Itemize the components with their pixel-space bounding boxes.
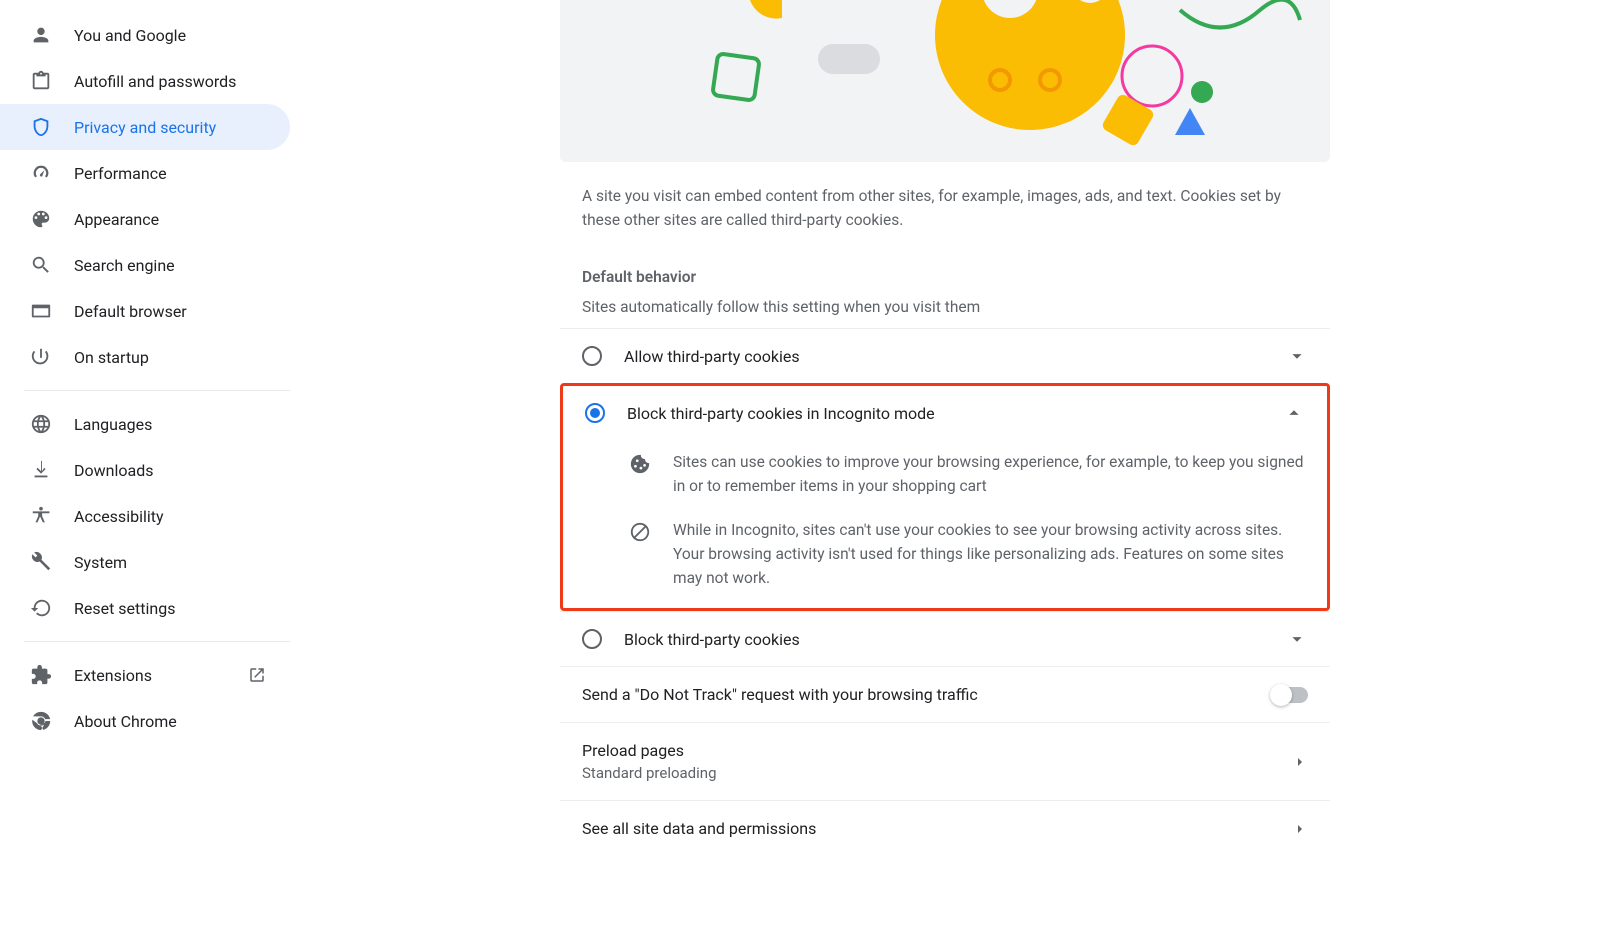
search-icon bbox=[30, 254, 52, 276]
sidebar-item-label: On startup bbox=[74, 348, 149, 367]
chevron-up-icon[interactable] bbox=[1283, 402, 1305, 424]
setting-do-not-track[interactable]: Send a "Do Not Track" request with your … bbox=[560, 666, 1330, 722]
sidebar-item-you-and-google[interactable]: You and Google bbox=[0, 12, 290, 58]
toggle-off[interactable] bbox=[1272, 687, 1308, 703]
radio-checked-icon[interactable] bbox=[585, 403, 605, 423]
sidebar-item-default-browser[interactable]: Default browser bbox=[0, 288, 290, 334]
accessibility-icon bbox=[30, 505, 52, 527]
cookie-icon bbox=[629, 453, 651, 475]
sidebar-item-label: System bbox=[74, 553, 127, 572]
globe-icon bbox=[30, 413, 52, 435]
default-behavior-subtitle: Sites automatically follow this setting … bbox=[560, 286, 1330, 328]
default-behavior-title: Default behavior bbox=[560, 232, 1330, 286]
setting-see-all-site-data[interactable]: See all site data and permissions bbox=[560, 800, 1330, 856]
chevron-down-icon[interactable] bbox=[1286, 345, 1308, 367]
sidebar-item-system[interactable]: System bbox=[0, 539, 290, 585]
sidebar-item-appearance[interactable]: Appearance bbox=[0, 196, 290, 242]
detail-row: Sites can use cookies to improve your br… bbox=[563, 440, 1327, 508]
chrome-icon bbox=[30, 710, 52, 732]
settings-main: A site you visit can embed content from … bbox=[290, 0, 1600, 934]
sidebar-item-languages[interactable]: Languages bbox=[0, 401, 290, 447]
setting-preload-pages[interactable]: Preload pages Standard preloading bbox=[560, 722, 1330, 800]
shield-icon bbox=[30, 116, 52, 138]
option-label: Allow third-party cookies bbox=[624, 347, 1286, 366]
speedometer-icon bbox=[30, 162, 52, 184]
detail-row: While in Incognito, sites can't use your… bbox=[563, 508, 1327, 608]
open-in-new-icon bbox=[248, 666, 266, 684]
sidebar-item-performance[interactable]: Performance bbox=[0, 150, 290, 196]
sidebar-item-about-chrome[interactable]: About Chrome bbox=[0, 698, 290, 744]
highlighted-option-box: Block third-party cookies in Incognito m… bbox=[560, 383, 1330, 611]
radio-unchecked-icon[interactable] bbox=[582, 346, 602, 366]
setting-label: Send a "Do Not Track" request with your … bbox=[582, 685, 1272, 704]
sidebar-item-search-engine[interactable]: Search engine bbox=[0, 242, 290, 288]
sidebar-item-label: Extensions bbox=[74, 666, 152, 685]
chevron-right-icon bbox=[1292, 754, 1308, 770]
palette-icon bbox=[30, 208, 52, 230]
radio-unchecked-icon[interactable] bbox=[582, 629, 602, 649]
reset-icon bbox=[30, 597, 52, 619]
sidebar-item-label: Accessibility bbox=[74, 507, 164, 526]
sidebar-divider bbox=[24, 390, 290, 391]
option-block-third-party[interactable]: Block third-party cookies bbox=[560, 611, 1330, 666]
sidebar-item-label: Search engine bbox=[74, 256, 175, 275]
sidebar-item-label: Languages bbox=[74, 415, 152, 434]
detail-text: While in Incognito, sites can't use your… bbox=[673, 518, 1305, 590]
setting-label: Preload pages bbox=[582, 741, 1292, 760]
sidebar-item-label: Privacy and security bbox=[74, 118, 216, 137]
chevron-right-icon bbox=[1292, 821, 1308, 837]
clipboard-icon bbox=[30, 70, 52, 92]
sidebar-item-on-startup[interactable]: On startup bbox=[0, 334, 290, 380]
intro-text: A site you visit can embed content from … bbox=[560, 162, 1330, 232]
sidebar-item-autofill[interactable]: Autofill and passwords bbox=[0, 58, 290, 104]
block-icon bbox=[629, 521, 651, 543]
settings-sidebar: You and Google Autofill and passwords Pr… bbox=[0, 0, 290, 934]
sidebar-item-accessibility[interactable]: Accessibility bbox=[0, 493, 290, 539]
power-icon bbox=[30, 346, 52, 368]
sidebar-item-downloads[interactable]: Downloads bbox=[0, 447, 290, 493]
person-icon bbox=[30, 24, 52, 46]
sidebar-divider bbox=[24, 641, 290, 642]
browser-icon bbox=[30, 300, 52, 322]
hero-illustration bbox=[560, 0, 1330, 162]
option-label: Block third-party cookies in Incognito m… bbox=[627, 404, 1283, 423]
sidebar-item-label: About Chrome bbox=[74, 712, 177, 731]
sidebar-item-label: Default browser bbox=[74, 302, 187, 321]
sidebar-item-label: Downloads bbox=[74, 461, 153, 480]
sidebar-item-label: Performance bbox=[74, 164, 167, 183]
option-label: Block third-party cookies bbox=[624, 630, 1286, 649]
sidebar-item-label: Appearance bbox=[74, 210, 159, 229]
extension-icon bbox=[30, 664, 52, 686]
setting-label: See all site data and permissions bbox=[582, 819, 1292, 838]
detail-text: Sites can use cookies to improve your br… bbox=[673, 450, 1305, 498]
option-block-incognito[interactable]: Block third-party cookies in Incognito m… bbox=[563, 386, 1327, 440]
sidebar-item-label: Autofill and passwords bbox=[74, 72, 236, 91]
sidebar-item-label: You and Google bbox=[74, 26, 186, 45]
sidebar-item-privacy-security[interactable]: Privacy and security bbox=[0, 104, 290, 150]
option-allow-third-party[interactable]: Allow third-party cookies bbox=[560, 328, 1330, 383]
chevron-down-icon[interactable] bbox=[1286, 628, 1308, 650]
setting-sublabel: Standard preloading bbox=[582, 764, 1292, 782]
sidebar-item-extensions[interactable]: Extensions bbox=[0, 652, 290, 698]
download-icon bbox=[30, 459, 52, 481]
wrench-icon bbox=[30, 551, 52, 573]
sidebar-item-label: Reset settings bbox=[74, 599, 175, 618]
sidebar-item-reset[interactable]: Reset settings bbox=[0, 585, 290, 631]
